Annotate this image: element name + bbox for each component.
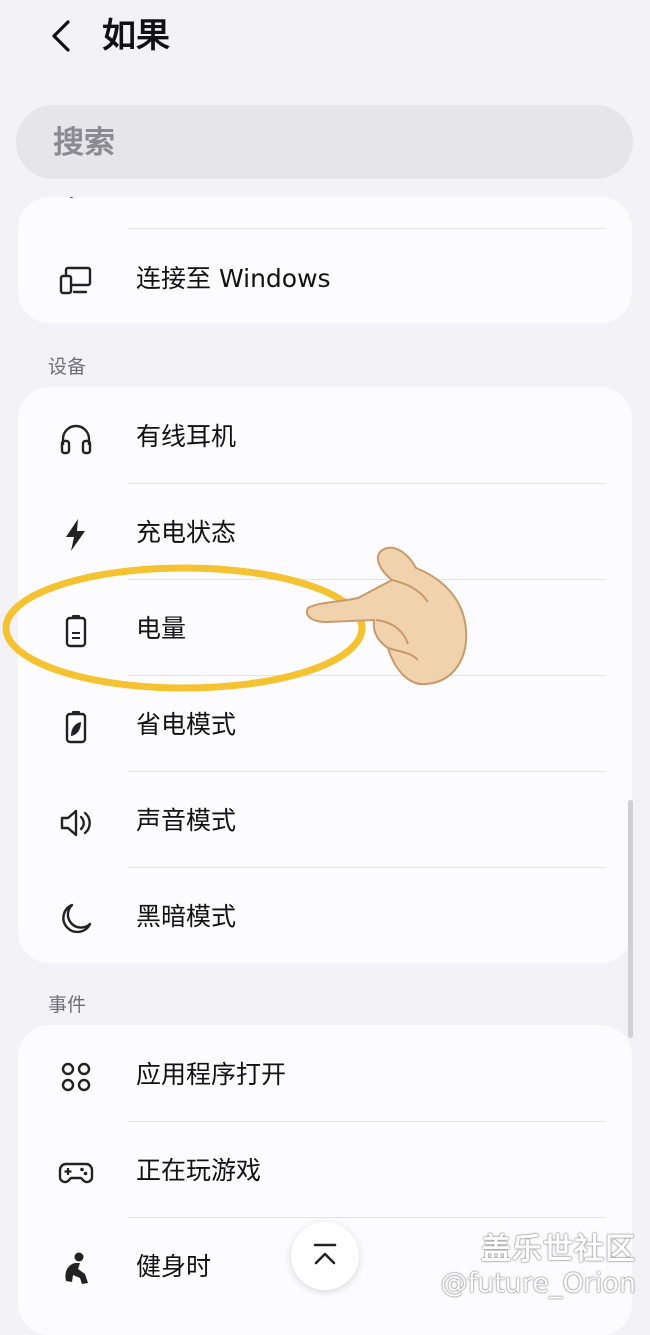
battery-icon [65,615,87,648]
list-item-label: 充电状态 [136,518,237,547]
list-item-wired-headphones[interactable]: 有线耳机 [18,389,632,485]
headphones-icon [60,424,92,455]
scrollbar[interactable] [628,800,633,1038]
scroll-to-top-button[interactable] [291,1222,359,1290]
list-item-sound-mode[interactable]: 声音模式 [18,773,632,869]
watermark-handle: @future_Orion [440,1268,636,1299]
list-item-power-saving[interactable]: 省电模式 [18,677,632,773]
gamepad-icon [58,1162,94,1184]
battery-leaf-icon [65,711,87,744]
list-item-label: 应用程序打开 [136,1060,287,1089]
header: 如果 [0,0,650,80]
display-phone-icon [59,266,92,295]
list-item-connect-windows[interactable]: 连接至 Windows [18,231,632,323]
divider [128,483,606,484]
search-input[interactable] [51,105,615,181]
card-connections: 连接至 Windows [18,197,632,323]
list-item-label: 正在玩游戏 [136,1156,262,1185]
divider [128,771,606,772]
speaker-icon [60,809,91,837]
chevron-up-icon [313,1243,337,1265]
list-item-app-opened[interactable]: 应用程序打开 [18,1027,632,1123]
list-item-dark-mode[interactable]: 黑暗模式 [18,869,632,963]
divider [128,1217,606,1218]
moon-icon [62,903,92,934]
fitness-icon [65,1252,88,1284]
list-item-battery-level[interactable]: 电量 [18,581,632,677]
list-item-label: 连接至 Windows [136,264,331,293]
lightning-icon [66,519,85,551]
apps-grid-icon [61,1062,91,1092]
section-title-events: 事件 [48,994,87,1016]
list-item-label: 声音模式 [136,806,237,835]
divider [128,867,606,868]
search-bar[interactable] [16,105,633,181]
divider [128,579,606,580]
page-title: 如果 [102,16,170,56]
list-item-label: 电量 [136,614,187,643]
list-item-label: 有线耳机 [136,422,237,451]
list-item-label: 省电模式 [136,710,237,739]
back-arrow-icon[interactable] [46,16,78,56]
list-item-playing-game[interactable]: 正在玩游戏 [18,1123,632,1219]
watermark-title: 盖乐世社区 [481,1232,636,1267]
card-devices: 有线耳机 充电状态 电量 省电模式 声音模式 黑暗模式 [18,387,632,963]
list-item-label: 健身时 [136,1252,212,1281]
scrolled-item-remnant [70,197,80,201]
divider [128,1121,606,1122]
list-item-label: 黑暗模式 [136,902,237,931]
list-item-charging-status[interactable]: 充电状态 [18,485,632,581]
divider [128,675,606,676]
section-title-devices: 设备 [48,356,87,378]
divider [128,228,606,229]
